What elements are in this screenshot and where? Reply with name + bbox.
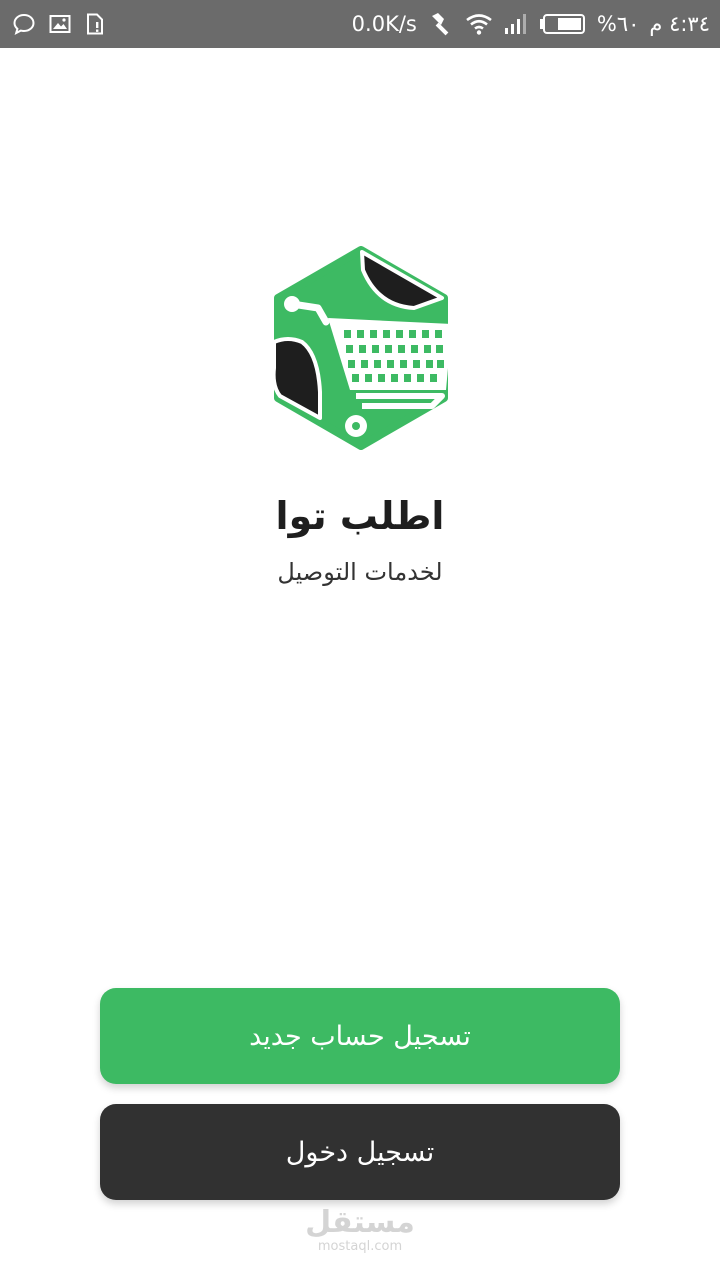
login-button[interactable]: تسجيل دخول [100,1104,620,1200]
file-icon [84,12,106,36]
wifi-icon [465,12,493,36]
app-subtitle: لخدمات التوصيل [277,558,443,586]
image-icon [48,12,72,36]
system-status: 0.0K/s %٦٠ ٤:٣٤ م [352,8,710,40]
welcome-screen: 0.0K/s %٦٠ ٤:٣٤ م اطلب توا لخدمات التوصي… [0,0,720,1280]
battery-icon [539,12,587,36]
chat-bubble-icon [12,12,36,36]
watermark-url: mostaql.com [317,1239,403,1254]
watermark-logo: مستقل [305,1205,415,1240]
clock: ٤:٣٤ م [649,12,710,36]
app-logo [266,246,456,450]
watermark: مستقل mostaql.com [0,1206,720,1254]
register-button[interactable]: تسجيل حساب جديد [100,988,620,1084]
signal-icon [503,12,529,36]
network-speed: 0.0K/s [351,12,417,36]
battery-percent: %٦٠ [596,12,640,36]
key-icon [427,10,455,38]
status-bar: 0.0K/s %٦٠ ٤:٣٤ م [0,0,720,48]
notification-icons [12,10,106,38]
app-title: اطلب توا [275,494,445,538]
